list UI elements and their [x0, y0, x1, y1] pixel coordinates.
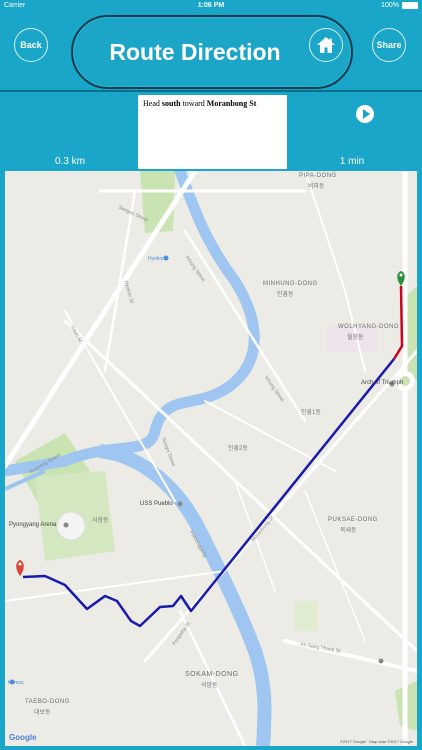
instruction-street: Moranbong St [206, 99, 257, 108]
status-time: 1:06 PM [197, 2, 225, 9]
home-button[interactable] [309, 28, 343, 62]
map-label-uss: USS Pueblo [140, 501, 173, 507]
poi-marker-icon [378, 658, 384, 664]
map-label-taebo-ko: 대보동 [34, 710, 51, 716]
app-header: Back Route Direction Share [0, 11, 422, 90]
arena-dome [56, 511, 86, 541]
poi-marker-icon [63, 522, 69, 528]
road [103, 189, 137, 373]
map-label-kumsusan: Kumsu [8, 680, 24, 686]
map-attribution[interactable]: ©2017 Google · Map data ©2017 Google [340, 739, 413, 744]
map-label-arch: Arch of Triumph [361, 380, 404, 386]
map-label-minhung-ko: 민흥동 [277, 292, 294, 298]
status-bar: Carrier 1:06 PM 100% [0, 0, 422, 11]
map-view[interactable]: PIPA-DONG 비파동 Sangon Street Hyokon Inhun… [5, 171, 417, 746]
share-button[interactable]: Share [372, 28, 406, 62]
page-title: Route Direction [109, 38, 281, 65]
map-label-inhung1: 인흥1동 [301, 410, 321, 416]
map-label-arena: Pyongyang Arena [9, 522, 57, 528]
battery-indicator: 100% [381, 0, 418, 11]
map-label-hyokon: Hyokon [148, 256, 165, 262]
park-area [295, 601, 317, 631]
instruction-mid: toward [180, 99, 207, 108]
map-label-taebo: TAEBO-DONG [25, 699, 70, 705]
google-logo: Google [9, 733, 37, 742]
map-label-puksae: PUKSAE-DONG [328, 517, 378, 523]
map-label-wolhyang: WOLHYANG-DONG [338, 324, 400, 330]
road [5, 171, 198, 469]
map-label-puksae-ko: 북새동 [340, 528, 357, 534]
map-label-sokam: SOKAM-DONG [185, 671, 239, 678]
map-label-pipa: PIPA-DONG [299, 173, 337, 179]
poi-marker-icon [177, 501, 183, 507]
end-pin-icon [16, 560, 24, 576]
map-label-sokam-ko: 석암동 [201, 683, 218, 689]
park-area [140, 171, 175, 233]
road [178, 609, 247, 746]
map-label-sojang: 서장동 [92, 518, 109, 524]
map-label-pipa-ko: 비파동 [308, 184, 325, 190]
instruction-direction: south [161, 99, 181, 108]
road [183, 229, 307, 423]
play-icon [362, 109, 370, 119]
back-button[interactable]: Back [14, 28, 48, 62]
instruction-prefix: Head [143, 99, 162, 108]
direction-instruction: Head south toward Moranbong St [138, 95, 287, 169]
next-step-button[interactable] [356, 105, 374, 123]
route-info-panel: Head south toward Moranbong St 0.3 km 1 … [0, 92, 422, 170]
map-label-inhung2: 인흥2동 [228, 446, 248, 452]
route-line-start [392, 285, 404, 360]
route-duration: 1 min [339, 156, 365, 167]
battery-percent: 100% [381, 2, 399, 9]
battery-icon [402, 2, 418, 9]
map-label-wolhyang-ko: 월향동 [347, 335, 364, 341]
map-label-minhung: MINHUNG-DONG [263, 281, 318, 287]
map-canvas [5, 171, 417, 746]
home-icon [317, 37, 335, 53]
route-distance: 0.3 km [54, 156, 85, 167]
